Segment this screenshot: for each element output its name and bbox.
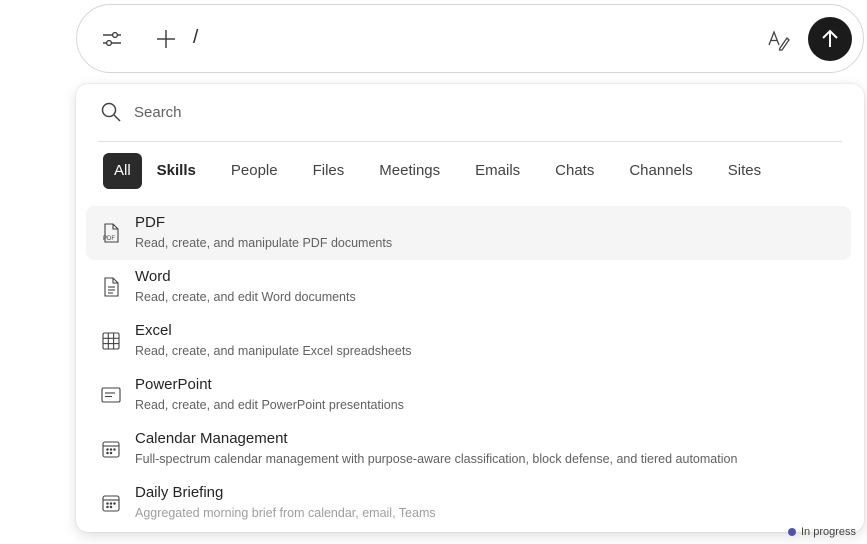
text-style-icon[interactable]: [767, 28, 791, 52]
status-dot: [788, 528, 796, 536]
plus-icon[interactable]: [156, 29, 176, 49]
divider: [98, 141, 842, 142]
tab-meetings[interactable]: Meetings: [379, 153, 440, 189]
skill-picker-panel: All Skills People Files Meetings Emails …: [76, 84, 864, 532]
item-description: Read, create, and edit PowerPoint presen…: [135, 398, 404, 412]
tab-all[interactable]: All: [103, 153, 142, 189]
item-description: Read, create, and edit Word documents: [135, 290, 356, 304]
search-icon: [101, 102, 121, 122]
list-item-excel[interactable]: Excel Read, create, and manipulate Excel…: [86, 314, 851, 368]
item-title: Word: [135, 268, 171, 285]
skill-list: PDF PDF Read, create, and manipulate PDF…: [86, 206, 851, 530]
calendar-icon: [102, 441, 120, 458]
list-item-daily-briefing[interactable]: Daily Briefing Aggregated morning brief …: [86, 476, 851, 530]
item-title: Daily Briefing: [135, 484, 224, 501]
tab-people[interactable]: People: [231, 153, 278, 189]
picker-search-input[interactable]: [134, 98, 734, 126]
list-item-pdf[interactable]: PDF PDF Read, create, and manipulate PDF…: [86, 206, 851, 260]
list-item-calendar-management[interactable]: Calendar Management Full-spectrum calend…: [86, 422, 851, 476]
send-button[interactable]: [808, 17, 852, 61]
tab-chats[interactable]: Chats: [555, 153, 594, 189]
item-description: Read, create, and manipulate Excel sprea…: [135, 344, 412, 358]
item-title: PDF: [135, 214, 165, 231]
item-title: PowerPoint: [135, 376, 212, 393]
item-description: Full-spectrum calendar management with p…: [135, 452, 738, 466]
list-item-word[interactable]: Word Read, create, and edit Word documen…: [86, 260, 851, 314]
status-badge: In progress: [788, 526, 856, 538]
list-item-powerpoint[interactable]: PowerPoint Read, create, and edit PowerP…: [86, 368, 851, 422]
tune-icon[interactable]: [101, 28, 123, 50]
item-description: Aggregated morning brief from calendar, …: [135, 506, 436, 520]
arrow-up-icon: [822, 29, 838, 47]
document-icon: [104, 277, 119, 297]
item-title: Calendar Management: [135, 430, 288, 447]
item-title: Excel: [135, 322, 172, 339]
composer-input-text[interactable]: /: [193, 27, 198, 49]
status-text: In progress: [801, 526, 857, 538]
message-composer[interactable]: /: [76, 4, 864, 73]
calendar-icon: [102, 495, 120, 512]
tab-sites[interactable]: Sites: [728, 153, 761, 189]
tab-emails[interactable]: Emails: [475, 153, 520, 189]
tab-files[interactable]: Files: [313, 153, 345, 189]
slides-icon: [101, 387, 121, 403]
picker-search-row: [76, 84, 864, 141]
picker-tabs: All Skills People Files Meetings Emails …: [103, 153, 796, 189]
tab-channels[interactable]: Channels: [629, 153, 692, 189]
table-grid-icon: [102, 332, 120, 350]
pdf-file-icon: PDF: [103, 223, 119, 243]
tab-skills[interactable]: Skills: [157, 153, 196, 189]
item-description: Read, create, and manipulate PDF documen…: [135, 236, 393, 250]
svg-text:PDF: PDF: [103, 236, 115, 242]
